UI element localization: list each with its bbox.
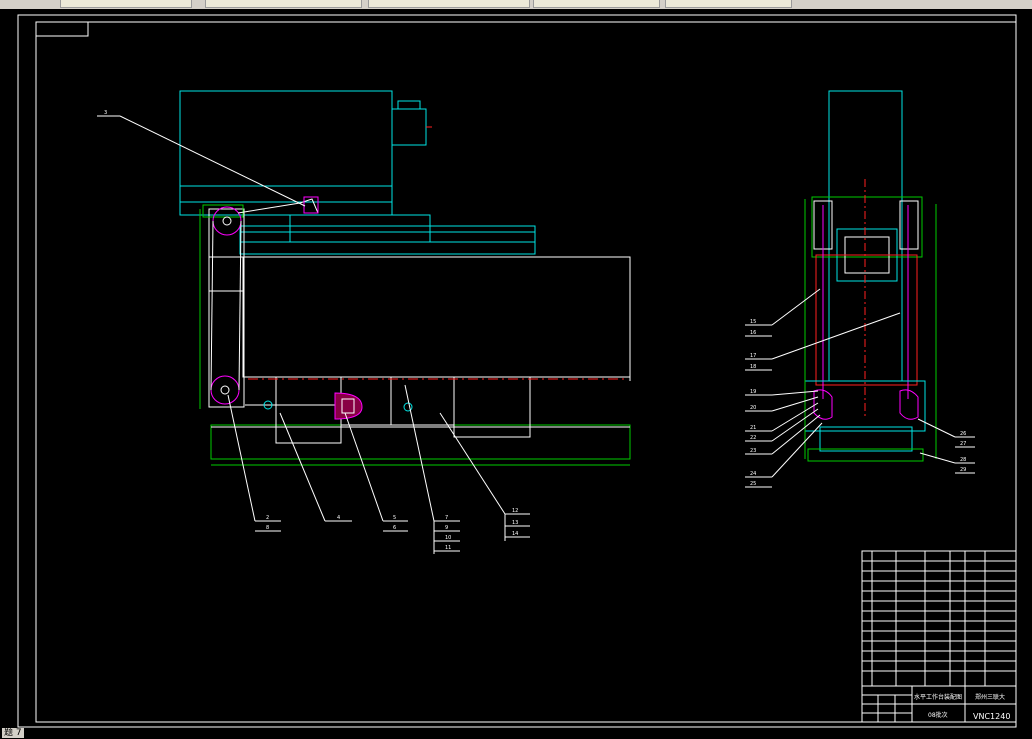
front-view: [179, 90, 631, 466]
side-motor-housing: [828, 90, 903, 382]
title-block-text: 水平工作台装配图 郑州三联大 08批次 VNC1240: [914, 693, 1010, 721]
inner-border: [35, 21, 1017, 723]
callout-5: 5: [393, 515, 396, 521]
toolbar-dropdown-color[interactable]: [665, 0, 792, 8]
side-view-leaders: [745, 288, 975, 488]
front-view-leaders: [97, 115, 530, 554]
callout-10: 10: [445, 535, 451, 541]
callout-7: 7: [445, 515, 448, 521]
callout-4: 4: [337, 515, 340, 521]
drawing-code: VNC1240: [973, 712, 1010, 721]
callout-3: 3: [104, 110, 107, 116]
callout-16: 16: [750, 330, 756, 336]
callout-6: 6: [393, 525, 396, 531]
slide-carriage: [289, 214, 431, 243]
callout-14: 14: [512, 531, 518, 537]
drawing-canvas[interactable]: 3 2 8 4 5 6 7 9 10 11 12 13 14 15 16 17 …: [0, 9, 1032, 735]
outer-frame: [17, 14, 1017, 728]
cylinder-clamp: [334, 392, 363, 420]
callout-27: 27: [960, 441, 966, 447]
upper-sprocket: [212, 206, 242, 236]
callout-22: 22: [750, 435, 756, 441]
callout-28: 28: [960, 457, 966, 463]
toolbar-dropdown-layer[interactable]: [60, 0, 192, 8]
toolbar-dropdown-linetype[interactable]: [205, 0, 362, 8]
table-body: [242, 256, 631, 378]
front-view-callouts: 3 2 8 4 5 6 7 9 10 11 12 13 14: [104, 110, 518, 551]
callout-15: 15: [750, 319, 756, 325]
callout-25: 25: [750, 481, 756, 487]
callout-23: 23: [750, 448, 756, 454]
toolbar-dropdown-lineweight[interactable]: [368, 0, 530, 8]
toolbar-dropdown-plotstyle[interactable]: [533, 0, 660, 8]
base-plate: [210, 424, 631, 460]
callout-24: 24: [750, 471, 756, 477]
callout-29: 29: [960, 467, 966, 473]
callout-2: 2: [266, 515, 269, 521]
callout-19: 19: [750, 389, 756, 395]
lower-sprocket: [210, 375, 240, 405]
drawing-title: 水平工作台装配图: [914, 693, 962, 701]
cad-drawing: 3 2 8 4 5 6 7 9 10 11 12 13 14 15 16 17 …: [17, 14, 1017, 728]
side-view-callouts: 15 16 17 18 19 20 21 22 23 24 25 26 27 2…: [750, 319, 966, 487]
callout-26: 26: [960, 431, 966, 437]
callout-17: 17: [750, 353, 756, 359]
callout-18: 18: [750, 364, 756, 370]
side-view: [804, 90, 937, 462]
callout-21: 21: [750, 425, 756, 431]
callout-12: 12: [512, 508, 518, 514]
part-name: 08批次: [928, 711, 948, 719]
callout-8: 8: [266, 525, 269, 531]
callout-20: 20: [750, 405, 756, 411]
callout-9: 9: [445, 525, 448, 531]
callout-11: 11: [445, 545, 451, 551]
school-name: 郑州三联大: [975, 693, 1005, 701]
status-text: 题 7: [2, 728, 24, 738]
corner-label-box: [35, 21, 89, 37]
callout-13: 13: [512, 520, 518, 526]
